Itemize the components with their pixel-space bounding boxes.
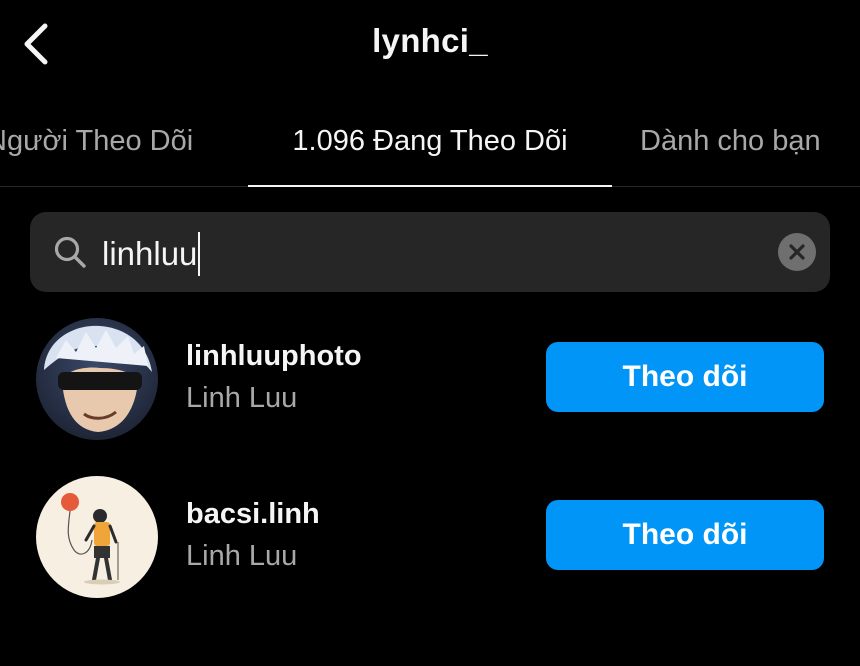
illustration-balloon-avatar-icon bbox=[36, 476, 158, 598]
full-name: Linh Luu bbox=[186, 540, 298, 572]
anime-character-avatar-icon bbox=[36, 318, 158, 440]
search-bar[interactable]: linhluu bbox=[30, 212, 830, 292]
tab-for-you[interactable]: Dành cho bạn bbox=[626, 96, 860, 186]
page-title: lynhci_ bbox=[372, 22, 488, 59]
list-item[interactable]: linhluuphoto Linh Luu Theo dõi bbox=[0, 314, 860, 444]
tab-bar: Người Theo Dõi 1.096 Đang Theo Dõi Dành … bbox=[0, 96, 860, 187]
avatar[interactable] bbox=[36, 318, 158, 440]
full-name: Linh Luu bbox=[186, 382, 298, 414]
close-icon bbox=[789, 244, 805, 260]
search-input[interactable]: linhluu bbox=[102, 232, 201, 276]
username[interactable]: bacsi.linh bbox=[186, 498, 320, 531]
username[interactable]: linhluuphoto bbox=[186, 340, 362, 373]
follow-button[interactable]: Theo dõi bbox=[546, 500, 824, 570]
tab-followers[interactable]: Người Theo Dõi bbox=[0, 96, 236, 186]
follow-button[interactable]: Theo dõi bbox=[546, 342, 824, 412]
top-bar: lynhci_ bbox=[0, 0, 860, 90]
avatar[interactable] bbox=[36, 476, 158, 598]
active-tab-indicator bbox=[248, 185, 612, 187]
text-caret bbox=[198, 232, 201, 276]
list-item[interactable]: bacsi.linh Linh Luu Theo dõi bbox=[0, 472, 860, 602]
search-icon bbox=[54, 236, 86, 268]
tab-following[interactable]: 1.096 Đang Theo Dõi bbox=[248, 96, 612, 186]
search-input-value: linhluu bbox=[102, 235, 198, 272]
clear-search-button[interactable] bbox=[778, 233, 816, 271]
